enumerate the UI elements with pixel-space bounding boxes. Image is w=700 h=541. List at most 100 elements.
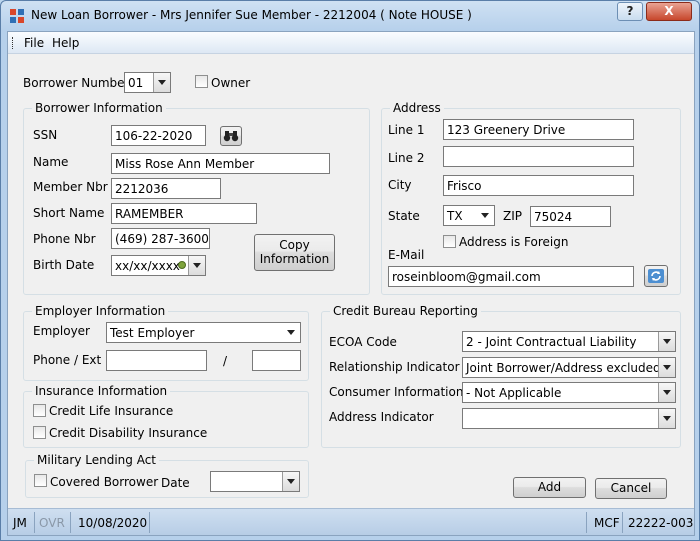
state-select[interactable]: TX — [443, 205, 495, 226]
borrower-number-select[interactable]: 01 — [124, 72, 171, 93]
relationship-select[interactable]: Joint Borrower/Address excluded — [462, 357, 676, 378]
consumer-info-value: - Not Applicable — [466, 386, 562, 400]
chevron-down-icon — [283, 323, 300, 342]
covered-borrower-label: Covered Borrower — [50, 475, 159, 489]
chevron-down-icon — [188, 256, 205, 275]
menu-help[interactable]: Help — [52, 36, 79, 50]
city-label: City — [388, 178, 412, 192]
ssn-field[interactable]: 106-22-2020 — [111, 125, 206, 146]
employer-select[interactable]: Test Employer — [106, 322, 301, 343]
military-date-picker[interactable] — [210, 471, 300, 492]
zip-field[interactable]: 75024 — [530, 206, 611, 227]
short-name-label: Short Name — [33, 206, 105, 220]
employer-title: Employer Information — [32, 304, 169, 318]
chevron-down-icon — [477, 206, 494, 225]
menu-bar: File Help — [8, 32, 694, 54]
member-nbr-field[interactable]: 2212036 — [111, 178, 221, 199]
zip-label: ZIP — [503, 209, 522, 223]
status-user: JM — [13, 516, 27, 530]
address-foreign-label: Address is Foreign — [459, 235, 569, 249]
birth-date-label: Birth Date — [33, 258, 95, 272]
client-area: File Help Borrower Number 01 Owner Borro… — [7, 31, 695, 536]
chevron-down-icon — [658, 358, 675, 377]
status-separator — [34, 512, 35, 533]
phone-label: Phone Nbr — [33, 232, 96, 246]
status-ovr: OVR — [39, 516, 65, 530]
refresh-icon — [648, 269, 664, 283]
cancel-button[interactable]: Cancel — [595, 478, 667, 499]
city-field[interactable]: Frisco — [443, 175, 634, 196]
status-separator — [586, 512, 587, 533]
member-nbr-label: Member Nbr — [33, 180, 108, 194]
binoculars-icon — [223, 131, 239, 142]
owner-checkbox[interactable] — [195, 75, 208, 88]
address-indicator-select[interactable] — [462, 408, 676, 429]
calendar-status-icon — [178, 261, 186, 269]
credit-life-checkbox[interactable] — [33, 404, 46, 417]
chevron-down-icon — [658, 332, 675, 351]
status-separator — [149, 512, 150, 533]
state-label: State — [388, 209, 420, 223]
status-separator — [70, 512, 71, 533]
military-date-label: Date — [161, 476, 190, 490]
ecoa-select[interactable]: 2 - Joint Contractual Liability — [462, 331, 676, 352]
line1-field[interactable]: 123 Greenery Drive — [443, 119, 634, 140]
address-foreign-checkbox[interactable] — [443, 235, 456, 248]
line2-field[interactable] — [443, 146, 634, 167]
line1-label: Line 1 — [388, 123, 425, 137]
email-field[interactable]: roseinbloom@gmail.com — [388, 266, 634, 287]
status-bar: JM OVR 10/08/2020 MCF 22222-003 — [8, 508, 694, 535]
ssn-label: SSN — [33, 128, 58, 142]
consumer-info-select[interactable]: - Not Applicable — [462, 382, 676, 403]
covered-borrower-checkbox[interactable] — [34, 474, 47, 487]
insurance-title: Insurance Information — [32, 384, 171, 398]
chevron-down-icon — [153, 73, 170, 92]
name-field[interactable]: Miss Rose Ann Member — [111, 153, 330, 174]
email-label: E-Mail — [388, 248, 425, 262]
employer-phone-label: Phone / Ext — [33, 353, 102, 367]
email-refresh-button[interactable] — [644, 265, 668, 287]
borrower-info-title: Borrower Information — [32, 101, 166, 115]
borrower-number-value: 01 — [128, 76, 144, 90]
title-bar: New Loan Borrower - Mrs Jennifer Sue Mem… — [1, 1, 699, 31]
toolbar-grip-icon — [12, 37, 15, 49]
address-title: Address — [390, 101, 444, 115]
credit-disability-checkbox[interactable] — [33, 426, 46, 439]
help-button[interactable]: ? — [617, 2, 643, 21]
window: New Loan Borrower - Mrs Jennifer Sue Mem… — [0, 0, 700, 541]
relationship-label: Relationship Indicator — [329, 360, 460, 374]
address-indicator-label: Address Indicator — [329, 410, 434, 424]
birth-date-value: xx/xx/xxxx — [115, 259, 180, 273]
employer-phone-field[interactable] — [106, 350, 207, 371]
status-date: 10/08/2020 — [78, 516, 148, 530]
borrower-number-label: Borrower Number — [23, 76, 130, 90]
credit-bureau-title: Credit Bureau Reporting — [330, 304, 481, 318]
app-icon — [10, 9, 24, 23]
status-mcf: MCF — [594, 516, 620, 530]
chevron-down-icon — [658, 409, 675, 428]
window-title: New Loan Borrower - Mrs Jennifer Sue Mem… — [31, 8, 472, 22]
short-name-field[interactable]: RAMEMBER — [111, 203, 257, 224]
birth-date-picker[interactable]: xx/xx/xxxx — [111, 255, 206, 276]
ecoa-label: ECOA Code — [329, 335, 397, 349]
close-button[interactable]: X — [646, 2, 692, 21]
phone-field[interactable]: (469) 287-3600 — [111, 228, 210, 249]
search-ssn-button[interactable] — [220, 126, 242, 146]
name-label: Name — [33, 155, 69, 169]
credit-life-label: Credit Life Insurance — [49, 404, 174, 418]
owner-label: Owner — [211, 76, 251, 90]
menu-file[interactable]: File — [24, 36, 44, 50]
status-code: 22222-003 — [628, 516, 694, 530]
relationship-value: Joint Borrower/Address excluded — [466, 361, 661, 375]
state-value: TX — [447, 209, 463, 223]
employer-label: Employer — [33, 324, 90, 338]
employer-ext-field[interactable] — [252, 350, 301, 371]
status-separator — [622, 512, 623, 533]
copy-information-button[interactable]: Copy Information — [254, 234, 335, 271]
chevron-down-icon — [658, 383, 675, 402]
add-button[interactable]: Add — [513, 477, 586, 498]
credit-disability-label: Credit Disability Insurance — [49, 426, 208, 440]
military-title: Military Lending Act — [34, 453, 160, 467]
line2-label: Line 2 — [388, 151, 425, 165]
chevron-down-icon — [282, 472, 299, 491]
